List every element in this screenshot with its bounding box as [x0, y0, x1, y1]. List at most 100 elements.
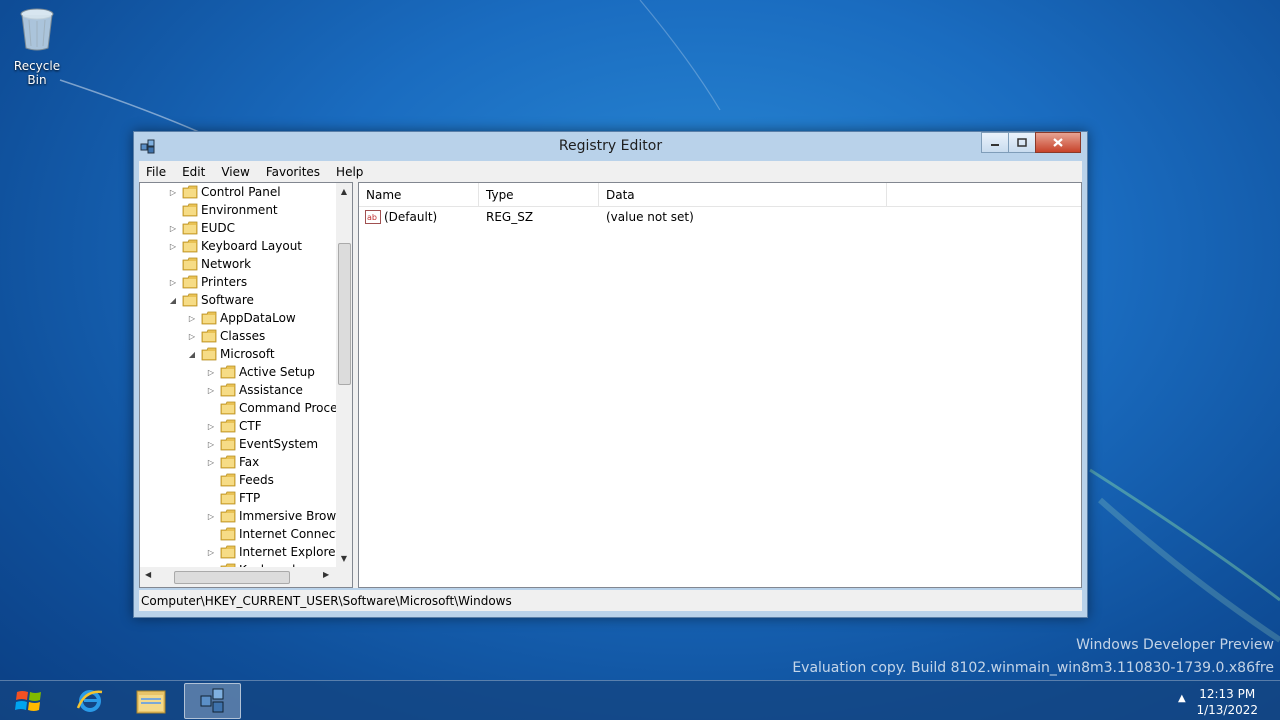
- tree-node[interactable]: ▷ CTF: [205, 417, 262, 435]
- tree-connector: [205, 474, 217, 486]
- show-hidden-icons-icon[interactable]: ▲: [1178, 693, 1186, 704]
- tree-vertical-scrollbar[interactable]: ▲ ▼: [336, 183, 352, 567]
- menu-file[interactable]: File: [139, 165, 174, 179]
- values-list[interactable]: Name Type Data ab (Default) REG_SZ (valu…: [358, 182, 1082, 588]
- tree-node-label: Control Panel: [201, 185, 281, 199]
- list-header: Name Type Data: [359, 183, 1081, 207]
- expand-icon[interactable]: ▷: [167, 186, 179, 198]
- title-bar[interactable]: Registry Editor: [134, 132, 1087, 161]
- tree-node[interactable]: Environment: [167, 201, 278, 219]
- tree-node[interactable]: FTP: [205, 489, 260, 507]
- menu-help[interactable]: Help: [328, 165, 371, 179]
- expand-icon[interactable]: ▷: [205, 366, 217, 378]
- tree-node-label: Network: [201, 257, 252, 271]
- expand-icon[interactable]: ▷: [205, 510, 217, 522]
- close-button[interactable]: [1035, 132, 1081, 153]
- tree-node[interactable]: Internet Connection Wizard: [205, 525, 338, 543]
- internet-explorer-icon: [76, 690, 102, 712]
- menu-bar: File Edit View Favorites Help: [139, 161, 1082, 182]
- taskbar-registry-editor[interactable]: [184, 683, 241, 719]
- registry-editor-icon: [200, 688, 223, 713]
- tree-node[interactable]: ▷ Active Setup: [205, 363, 315, 381]
- tree-node-label: EUDC: [201, 221, 235, 235]
- tree-node[interactable]: ◢ Microsoft: [186, 345, 275, 363]
- scroll-up-icon[interactable]: ▲: [336, 183, 352, 200]
- menu-view[interactable]: View: [213, 165, 257, 179]
- tree-node[interactable]: ◢ Software: [167, 291, 254, 309]
- tree-node[interactable]: Network: [167, 255, 251, 273]
- tree-node[interactable]: ▷ Immersive Browser: [205, 507, 338, 525]
- maximize-button[interactable]: [1008, 132, 1036, 153]
- tree-node[interactable]: ▷ Assistance: [205, 381, 303, 399]
- expand-icon[interactable]: ▷: [167, 222, 179, 234]
- expand-icon[interactable]: ▷: [205, 546, 217, 558]
- folder-icon: [201, 329, 217, 343]
- column-type[interactable]: Type: [479, 183, 599, 206]
- scroll-left-icon[interactable]: ◀: [145, 570, 151, 579]
- scroll-down-icon[interactable]: ▼: [336, 550, 352, 567]
- tree-node-label: Active Setup: [239, 365, 315, 379]
- expand-icon[interactable]: ▷: [205, 384, 217, 396]
- expand-icon[interactable]: ▷: [205, 438, 217, 450]
- collapse-icon[interactable]: ◢: [186, 348, 198, 360]
- recycle-bin-icon: [20, 8, 54, 51]
- expand-icon[interactable]: ▷: [167, 276, 179, 288]
- folder-icon: [220, 401, 236, 415]
- tree-rows: ▷ Control Panel Environment ▷ EUDC ▷ Keyboard …: [140, 183, 338, 567]
- scroll-right-icon[interactable]: ▶: [323, 570, 329, 579]
- value-name: (Default): [384, 210, 438, 224]
- tree-node[interactable]: Feeds: [205, 471, 274, 489]
- folder-icon: [220, 383, 236, 397]
- expand-icon[interactable]: ▷: [205, 456, 217, 468]
- taskbar-internet-explorer[interactable]: [61, 683, 118, 719]
- tree-node[interactable]: ▷ Classes: [186, 327, 265, 345]
- registry-editor-window: Registry Editor File Edit View Favorites…: [133, 131, 1088, 618]
- string-value-icon: ab: [365, 210, 381, 224]
- column-data[interactable]: Data: [599, 183, 887, 206]
- tree-node[interactable]: ▷ Fax: [205, 453, 259, 471]
- clock[interactable]: 12:13 PM 1/13/2022: [1196, 686, 1258, 718]
- minimize-button[interactable]: [981, 132, 1009, 153]
- tree-node[interactable]: ▷ Control Panel: [167, 183, 281, 201]
- tree-node[interactable]: Command Processor: [205, 399, 338, 417]
- tree-node[interactable]: ▷ Printers: [167, 273, 247, 291]
- h-scroll-thumb[interactable]: [174, 571, 290, 584]
- menu-edit[interactable]: Edit: [174, 165, 213, 179]
- value-data: (value not set): [606, 210, 694, 224]
- column-name[interactable]: Name: [359, 183, 479, 206]
- tree-node-label: Classes: [220, 329, 266, 343]
- start-button[interactable]: [0, 683, 57, 719]
- collapse-icon[interactable]: ◢: [167, 294, 179, 306]
- watermark-line2: Evaluation copy. Build 8102.winmain_win8…: [792, 660, 1274, 676]
- recycle-bin[interactable]: Recycle Bin: [6, 6, 68, 87]
- folder-icon: [220, 455, 236, 469]
- recycle-bin-label: Recycle Bin: [13, 59, 61, 87]
- scroll-thumb[interactable]: [338, 243, 351, 385]
- folder-icon: [182, 293, 198, 307]
- tree-node-label: CTF: [239, 419, 262, 433]
- tree-connector: [167, 204, 179, 216]
- folder-icon: [220, 545, 236, 559]
- tree-node[interactable]: ▷ EventSystem: [205, 435, 318, 453]
- taskbar-file-explorer[interactable]: [122, 683, 179, 719]
- tree-node[interactable]: ▷ EUDC: [167, 219, 235, 237]
- tree-connector: [167, 258, 179, 270]
- tree-horizontal-scrollbar[interactable]: ◀ ▶: [140, 567, 352, 587]
- watermark-line1: Windows Developer Preview: [1076, 637, 1274, 653]
- tree-node[interactable]: ▷ Internet Explorer: [205, 543, 338, 561]
- expand-icon[interactable]: ▷: [186, 330, 198, 342]
- expand-icon[interactable]: ▷: [167, 240, 179, 252]
- registry-tree[interactable]: ▷ Control Panel Environment ▷ EUDC ▷ Keyboard …: [139, 182, 353, 588]
- clock-date: 1/13/2022: [1196, 703, 1258, 717]
- folder-icon: [182, 185, 198, 199]
- expand-icon[interactable]: ▷: [186, 312, 198, 324]
- tree-node[interactable]: ▷ AppDataLow: [186, 309, 296, 327]
- tree-node[interactable]: ▷ Keyboard Layout: [167, 237, 302, 255]
- list-item[interactable]: ab (Default) REG_SZ (value not set): [359, 207, 887, 227]
- folder-icon: [182, 275, 198, 289]
- folder-icon: [182, 221, 198, 235]
- window-title: Registry Editor: [558, 138, 663, 154]
- menu-favorites[interactable]: Favorites: [258, 165, 328, 179]
- tree-node-label: FTP: [239, 491, 261, 505]
- expand-icon[interactable]: ▷: [205, 420, 217, 432]
